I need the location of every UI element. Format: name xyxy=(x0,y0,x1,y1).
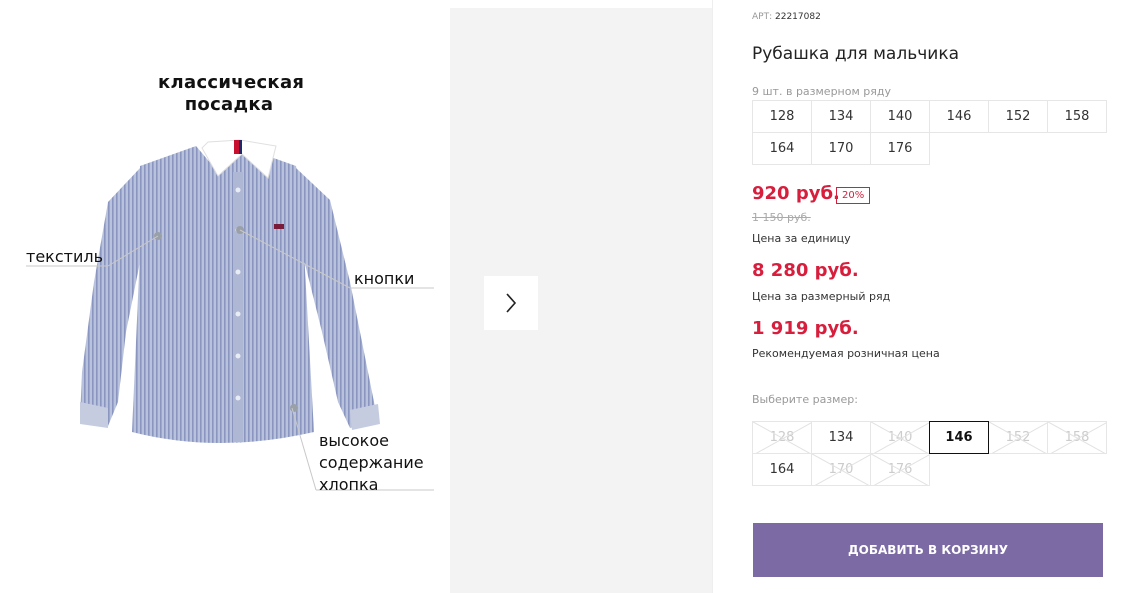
size-run-grid: 128 134 140 146 152 158 164 170 176 xyxy=(752,100,1107,165)
size-option-134[interactable]: 134 xyxy=(811,421,871,454)
size-run-item: 164 xyxy=(752,132,812,165)
size-option-140: 140 xyxy=(870,421,930,454)
size-run-caption: 9 шт. в размерном ряду xyxy=(752,85,891,98)
callout-lines xyxy=(26,229,434,491)
old-price: 1 150 руб. xyxy=(752,211,811,224)
chevron-right-icon xyxy=(506,293,517,313)
size-option-128: 128 xyxy=(752,421,812,454)
callout-buttons: кнопки xyxy=(354,269,415,288)
size-option-158: 158 xyxy=(1047,421,1107,454)
size-option-146[interactable]: 146 xyxy=(929,421,989,454)
callout-cotton-line-3: хлопка xyxy=(319,475,379,494)
product-title: Рубашка для мальчика xyxy=(752,44,960,64)
callout-cotton-line-1: высокое xyxy=(319,431,389,450)
size-run-item: 158 xyxy=(1047,100,1107,133)
article-number: АРТ: 22217082 xyxy=(752,12,821,22)
article-label: АРТ: xyxy=(752,12,773,22)
size-run-item: 152 xyxy=(988,100,1048,133)
size-option-164[interactable]: 164 xyxy=(752,453,812,486)
product-gallery: классическая посадка текстиль кнопки выс… xyxy=(8,8,712,593)
main-product-image[interactable]: классическая посадка текстиль кнопки выс… xyxy=(8,8,450,593)
size-selector: 128 134 140 146 152 158 164 170 176 xyxy=(752,421,1107,486)
size-run-item: 176 xyxy=(870,132,930,165)
size-option-170: 170 xyxy=(811,453,871,486)
callout-cotton-line-2: содержание xyxy=(319,453,424,472)
choose-size-label: Выберите размер: xyxy=(752,393,858,406)
run-price-caption: Цена за размерный ряд xyxy=(752,290,891,303)
discount-badge: 20% xyxy=(836,187,871,204)
retail-price: 1 919 руб. xyxy=(752,318,859,339)
size-run-item: 170 xyxy=(811,132,871,165)
retail-price-caption: Рекомендуемая розничная цена xyxy=(752,347,940,360)
next-image-button[interactable] xyxy=(484,276,538,330)
unit-price-caption: Цена за единицу xyxy=(752,232,851,245)
size-run-item: 146 xyxy=(929,100,989,133)
run-price: 8 280 руб. xyxy=(752,260,859,281)
size-run-item: 134 xyxy=(811,100,871,133)
article-value: 22217082 xyxy=(775,12,821,22)
callout-cotton: высокое содержание хлопка xyxy=(319,430,424,496)
size-run-item: 128 xyxy=(752,100,812,133)
size-option-176: 176 xyxy=(870,453,930,486)
size-run-item: 140 xyxy=(870,100,930,133)
column-divider xyxy=(712,0,713,593)
add-to-cart-button[interactable]: ДОБАВИТЬ В КОРЗИНУ xyxy=(753,523,1103,577)
callout-textile: текстиль xyxy=(26,247,103,266)
size-option-152: 152 xyxy=(988,421,1048,454)
unit-price: 920 руб. xyxy=(752,183,840,204)
